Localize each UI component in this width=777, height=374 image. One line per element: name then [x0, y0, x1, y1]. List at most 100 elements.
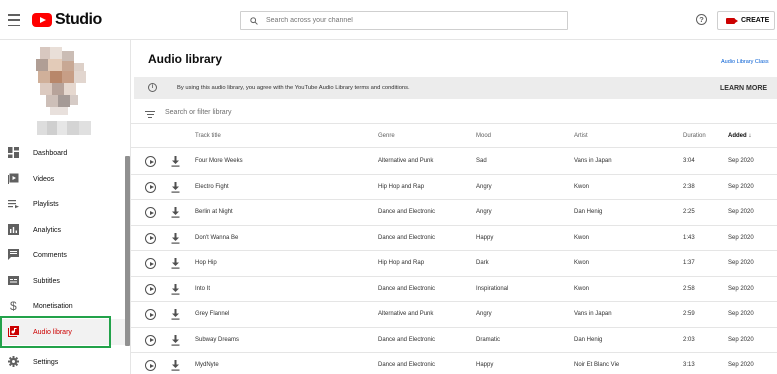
cell-artist: Kwon	[574, 234, 590, 241]
cell-genre: Dance and Electronic	[378, 209, 436, 215]
gear-icon	[8, 356, 19, 367]
create-button[interactable]: CREATE	[717, 11, 775, 30]
cell-genre: Alternative and Punk	[378, 311, 434, 317]
download-icon[interactable]	[171, 334, 180, 346]
download-icon[interactable]	[171, 309, 180, 320]
column-header-added[interactable]: Added ↓	[728, 133, 751, 139]
download-icon[interactable]	[171, 360, 180, 371]
cell-artist: Dan Henig	[574, 209, 603, 215]
table-row[interactable]: Don't Wanna Be Dance and Electronic Happy K…	[131, 226, 777, 251]
sidebar-item-label: Subtitles	[33, 277, 60, 285]
table-row[interactable]: MydNyte Dance and Electronic Happy Noir Et …	[131, 353, 777, 374]
download-icon[interactable]	[171, 181, 180, 193]
cell-artist: Dan Henig	[574, 336, 603, 343]
play-icon[interactable]	[145, 309, 156, 320]
sidebar-scrollbar[interactable]	[125, 156, 130, 346]
download-icon[interactable]	[171, 283, 180, 295]
table-row[interactable]: Grey Flannel Alternative and Punk Angry Van…	[131, 302, 777, 328]
cell-artist: Noir Et Blanc Vie	[574, 362, 620, 368]
sidebar-item-dashboard[interactable]: Dashboard	[0, 140, 125, 166]
learn-more-button[interactable]: LEARN MORE	[720, 85, 767, 92]
table-row[interactable]: Into It Dance and Electronic Inspirational…	[131, 277, 777, 302]
cell-mood: Angry	[476, 183, 492, 190]
studio-logo[interactable]: Studio	[32, 11, 102, 28]
play-icon[interactable]	[145, 258, 156, 269]
play-icon[interactable]	[145, 283, 156, 295]
comments-icon	[8, 249, 19, 260]
sidebar-item-label: Analytics	[33, 226, 62, 234]
table-row[interactable]: Hop Hip Hip Hop and Rap Dark Kwon 1:37 Sep 20…	[131, 251, 777, 277]
sidebar-item-comments[interactable]: Comments	[0, 242, 125, 268]
dollar-icon: $	[10, 300, 17, 311]
sidebar-item-videos[interactable]: Videos	[0, 166, 125, 192]
play-icon[interactable]	[145, 181, 156, 193]
download-icon[interactable]	[171, 232, 180, 244]
cell-added: Sep 2020	[728, 336, 754, 343]
youtube-logo-icon	[32, 13, 52, 27]
download-icon[interactable]	[171, 258, 180, 269]
cell-title[interactable]: MydNyte	[195, 362, 219, 368]
cell-mood: Happy	[476, 234, 494, 241]
sidebar-item-label: Comments	[33, 251, 67, 259]
sort-arrow-icon: ↓	[748, 133, 752, 139]
cell-added: Sep 2020	[728, 234, 754, 241]
video-camera-icon	[726, 17, 738, 24]
play-icon[interactable]	[145, 207, 156, 218]
filter-bar[interactable]: Search or filter library	[131, 104, 777, 124]
audio-library-class-link[interactable]: Audio Library Class	[721, 59, 769, 65]
filter-icon[interactable]	[145, 111, 155, 118]
sidebar-item-playlists[interactable]: Playlists	[0, 191, 125, 217]
terms-notice: i By using this audio library, you agree…	[134, 77, 777, 99]
cell-genre: Dance and Electronic	[378, 285, 436, 292]
play-icon[interactable]	[145, 156, 156, 167]
sidebar-item-label: Dashboard	[33, 149, 68, 157]
sidebar-item-subtitles[interactable]: Subtitles	[0, 268, 125, 294]
sidebar-item-analytics[interactable]: Analytics	[0, 217, 125, 243]
column-header-duration[interactable]: Duration	[683, 133, 706, 139]
column-header-mood[interactable]: Mood	[476, 133, 491, 139]
download-icon[interactable]	[171, 207, 180, 218]
cell-title[interactable]: Don't Wanna Be	[195, 235, 238, 241]
dashboard-icon	[8, 147, 19, 158]
info-icon: i	[148, 83, 157, 92]
play-icon[interactable]	[145, 232, 156, 244]
search-input[interactable]	[266, 17, 567, 24]
cell-duration: 2:59	[683, 311, 695, 317]
cell-genre: Dance and Electronic	[378, 362, 436, 368]
filter-input[interactable]: Search or filter library	[165, 109, 232, 116]
cell-title[interactable]: Hop Hip	[195, 260, 217, 266]
create-label: CREATE	[741, 17, 770, 24]
table-row[interactable]: Berlin at Night Dance and Electronic Angry…	[131, 200, 777, 226]
cell-title[interactable]: Subway Dreams	[195, 337, 239, 343]
column-header-track-title[interactable]: Track title	[195, 133, 221, 139]
cell-title[interactable]: Berlin at Night	[195, 209, 233, 215]
table-row[interactable]: Subway Dreams Dance and Electronic Dramati…	[131, 328, 777, 353]
cell-mood: Inspirational	[476, 285, 509, 292]
channel-search[interactable]	[240, 11, 568, 30]
table-header: Track title Genre Mood Artist Duration A…	[131, 125, 777, 148]
top-bar: Studio ? CREATE	[0, 0, 777, 40]
cell-mood: Angry	[476, 311, 492, 317]
cell-artist: Kwon	[574, 183, 590, 190]
cell-title[interactable]: Into It	[195, 286, 210, 292]
play-icon[interactable]	[145, 360, 156, 371]
cell-duration: 2:03	[683, 336, 695, 343]
column-header-genre[interactable]: Genre	[378, 133, 395, 139]
help-icon[interactable]: ?	[696, 14, 707, 25]
download-icon[interactable]	[171, 156, 180, 167]
cell-added: Sep 2020	[728, 209, 754, 215]
cell-title[interactable]: Grey Flannel	[195, 311, 229, 317]
column-header-artist[interactable]: Artist	[574, 133, 588, 139]
play-icon[interactable]	[145, 334, 156, 346]
svg-text:$: $	[10, 300, 17, 311]
cell-title[interactable]: Electro Fight	[195, 184, 229, 190]
sidebar-item-settings[interactable]: Settings	[0, 349, 125, 374]
sidebar-item-label: Playlists	[33, 200, 59, 208]
menu-icon[interactable]	[8, 12, 20, 28]
cell-genre: Alternative and Punk	[378, 158, 434, 164]
table-row[interactable]: Four More Weeks Alternative and Punk Sad Va…	[131, 149, 777, 175]
cell-artist: Kwon	[574, 285, 590, 292]
analytics-icon	[8, 224, 19, 235]
table-row[interactable]: Electro Fight Hip Hop and Rap Angry Kwon 2:3…	[131, 175, 777, 200]
cell-title[interactable]: Four More Weeks	[195, 158, 243, 164]
